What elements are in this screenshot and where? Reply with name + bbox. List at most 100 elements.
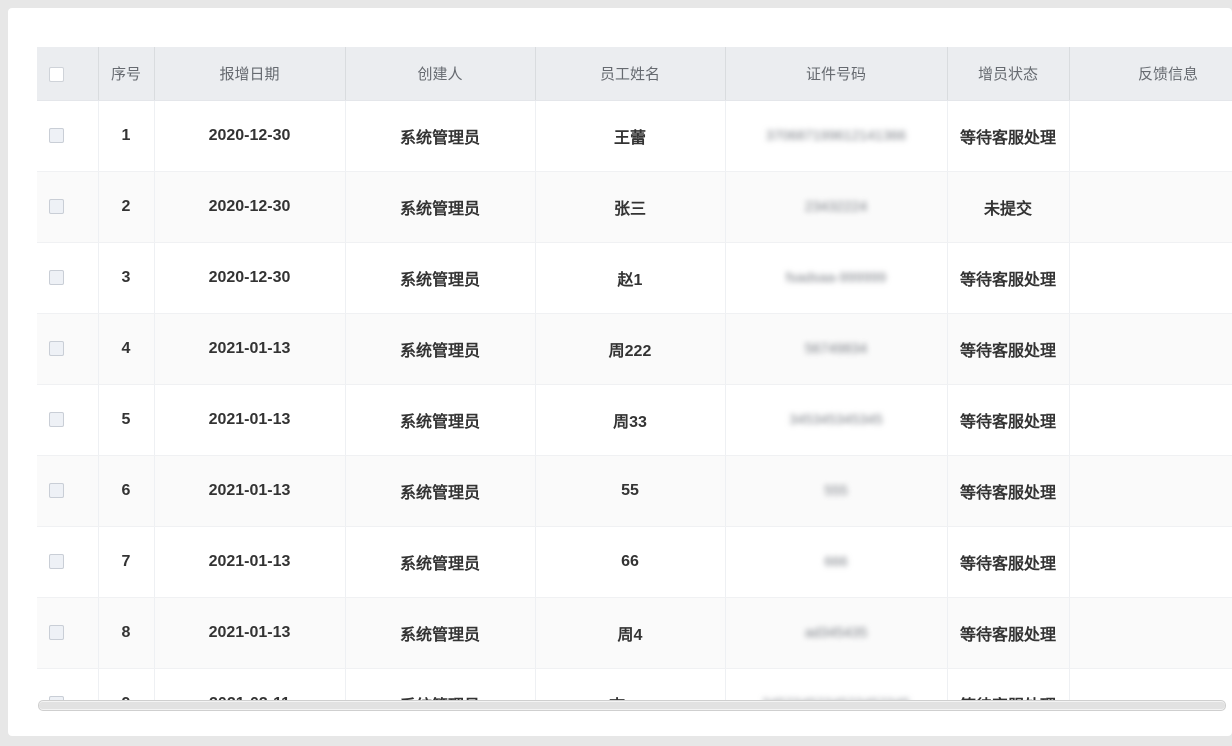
cell-status: 未提交 <box>947 171 1070 243</box>
table-row[interactable]: 3 2020-12-30 系统管理员 赵1 fsadsaa-999999 等待客服处理 <box>37 242 1232 314</box>
table-row[interactable]: 7 2021-01-13 系统管理员 66 666 等待客服处理 <box>37 526 1232 598</box>
cell-status: 等待客服处理 <box>947 526 1070 598</box>
cell-feedback <box>1069 526 1232 598</box>
cell-id: 370687199612141366 <box>725 100 948 172</box>
id-number-blurred: 345345345345 <box>789 411 883 427</box>
cell-date: 2021-01-13 <box>154 384 346 456</box>
row-checkbox[interactable] <box>49 341 64 357</box>
cell-feedback <box>1069 455 1232 527</box>
column-header-status[interactable]: 增员状态 <box>947 47 1070 101</box>
table-body: 1 2020-12-30 系统管理员 王蕾 370687199612141366 等待客服… <box>37 100 1232 703</box>
row-select-cell <box>37 668 99 703</box>
id-number-blurred: 666 <box>824 553 848 569</box>
cell-date: 2021-01-13 <box>154 313 346 385</box>
row-select-cell <box>37 526 99 598</box>
cell-date: 2020-12-30 <box>154 171 346 243</box>
horizontal-scrollbar[interactable] <box>38 700 1226 711</box>
cell-no: 8 <box>98 597 155 669</box>
row-select-cell <box>37 597 99 669</box>
cell-creator: 系统管理员 <box>345 100 536 172</box>
cell-name: 55 <box>535 455 726 527</box>
row-checkbox[interactable] <box>49 128 64 144</box>
cell-feedback <box>1069 100 1232 172</box>
column-header-creator[interactable]: 创建人 <box>345 47 536 101</box>
cell-name: 周222 <box>535 313 726 385</box>
cell-creator: 系统管理员 <box>345 171 536 243</box>
cell-id: 56749834 <box>725 313 948 385</box>
row-select-cell <box>37 100 99 172</box>
row-select-cell <box>37 455 99 527</box>
cell-feedback <box>1069 242 1232 314</box>
table-row[interactable]: 2 2020-12-30 系统管理员 张三 23432224 未提交 <box>37 171 1232 243</box>
cell-creator: 系统管理员 <box>345 242 536 314</box>
row-select-cell <box>37 384 99 456</box>
cell-feedback <box>1069 313 1232 385</box>
cell-no: 6 <box>98 455 155 527</box>
table-row[interactable]: 5 2021-01-13 系统管理员 周33 345345345345 等待客服处理 <box>37 384 1232 456</box>
row-checkbox[interactable] <box>49 412 64 428</box>
cell-date: 2021-03-11 <box>154 668 346 703</box>
cell-no: 4 <box>98 313 155 385</box>
cell-id: ad345435 <box>725 597 948 669</box>
table-row[interactable]: 6 2021-01-13 系统管理员 55 555 等待客服处理 <box>37 455 1232 527</box>
cell-creator: 系统管理员 <box>345 597 536 669</box>
cell-feedback <box>1069 384 1232 456</box>
column-header-feedback[interactable]: 反馈信息 <box>1069 47 1232 101</box>
cell-name: 66 <box>535 526 726 598</box>
cell-date: 2021-01-13 <box>154 526 346 598</box>
cell-feedback <box>1069 171 1232 243</box>
select-all-checkbox[interactable] <box>49 66 64 82</box>
cell-id: 23432224 <box>725 171 948 243</box>
row-checkbox[interactable] <box>49 554 64 570</box>
cell-feedback <box>1069 668 1232 703</box>
cell-creator: 系统管理员 <box>345 668 536 703</box>
row-checkbox[interactable] <box>49 483 64 499</box>
cell-status: 等待客服处理 <box>947 100 1070 172</box>
id-number-blurred: ad345435 <box>804 624 868 640</box>
table-row[interactable]: 8 2021-01-13 系统管理员 周4 ad345435 等待客服处理 <box>37 597 1232 669</box>
cell-status: 等待客服处理 <box>947 384 1070 456</box>
cell-status: 等待客服处理 <box>947 668 1070 703</box>
employee-table: 序号 报增日期 创建人 员工姓名 证件号码 增员状态 反馈信息 1 2020-12… <box>37 47 1232 703</box>
table-row[interactable]: 4 2021-01-13 系统管理员 周222 56749834 等待客服处理 <box>37 313 1232 385</box>
column-header-id[interactable]: 证件号码 <box>725 47 948 101</box>
cell-date: 2020-12-30 <box>154 100 346 172</box>
cell-id: fsadsaa-999999 <box>725 242 948 314</box>
cell-id: 3452345234523452345 <box>725 668 948 703</box>
cell-creator: 系统管理员 <box>345 384 536 456</box>
cell-no: 9 <box>98 668 155 703</box>
id-number-blurred: 370687199612141366 <box>765 127 907 143</box>
column-header-date[interactable]: 报增日期 <box>154 47 346 101</box>
row-select-cell <box>37 171 99 243</box>
cell-no: 3 <box>98 242 155 314</box>
cell-creator: 系统管理员 <box>345 455 536 527</box>
cell-no: 1 <box>98 100 155 172</box>
cell-status: 等待客服处理 <box>947 455 1070 527</box>
cell-name: 李A-4 <box>535 668 726 703</box>
id-number-blurred: 23432224 <box>804 198 868 214</box>
row-checkbox[interactable] <box>49 199 64 215</box>
cell-name: 王蕾 <box>535 100 726 172</box>
table-row[interactable]: 1 2020-12-30 系统管理员 王蕾 370687199612141366 等待客服… <box>37 100 1232 172</box>
table-header-row: 序号 报增日期 创建人 员工姓名 证件号码 增员状态 反馈信息 <box>37 47 1232 101</box>
cell-feedback <box>1069 597 1232 669</box>
id-number-blurred: 555 <box>824 482 848 498</box>
cell-status: 等待客服处理 <box>947 313 1070 385</box>
table-row[interactable]: 92021-03-11系统管理员李A-43452345234523452345等… <box>37 668 1232 703</box>
cell-date: 2021-01-13 <box>154 597 346 669</box>
row-checkbox[interactable] <box>49 625 64 641</box>
cell-creator: 系统管理员 <box>345 526 536 598</box>
column-header-name[interactable]: 员工姓名 <box>535 47 726 101</box>
scrollbar-thumb[interactable] <box>39 702 1225 709</box>
row-checkbox[interactable] <box>49 270 64 286</box>
cell-status: 等待客服处理 <box>947 597 1070 669</box>
column-header-no[interactable]: 序号 <box>98 47 155 101</box>
cell-name: 张三 <box>535 171 726 243</box>
cell-no: 7 <box>98 526 155 598</box>
cell-date: 2020-12-30 <box>154 242 346 314</box>
cell-date: 2021-01-13 <box>154 455 346 527</box>
table-scroll-area[interactable]: 序号 报增日期 创建人 员工姓名 证件号码 增员状态 反馈信息 1 2020-12… <box>37 47 1232 703</box>
cell-name: 周33 <box>535 384 726 456</box>
row-select-cell <box>37 242 99 314</box>
select-all-cell <box>37 47 99 101</box>
